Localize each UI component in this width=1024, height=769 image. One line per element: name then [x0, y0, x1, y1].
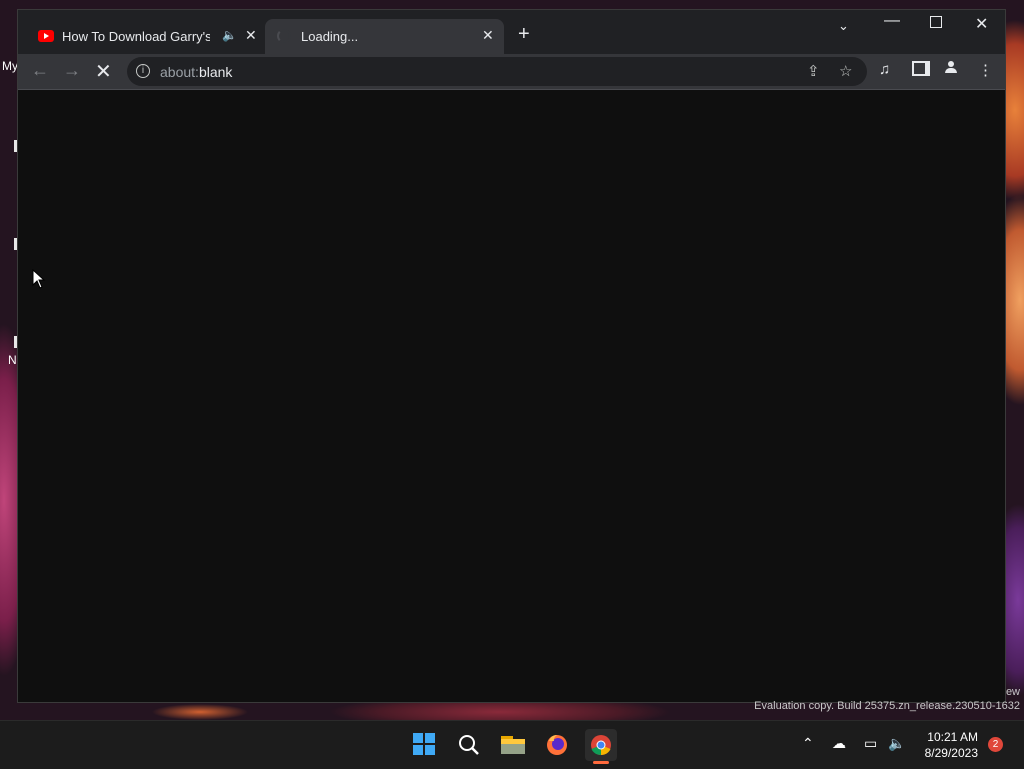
firefox-icon: [547, 735, 567, 755]
show-hidden-icons-chevron-icon[interactable]: ⌃: [802, 735, 814, 752]
tab-loading[interactable]: Loading... ✕: [265, 19, 504, 54]
browser-window: How To Download Garry's Mod 🔈 ✕ Loading.…: [18, 10, 1005, 702]
info-icon[interactable]: i: [136, 64, 150, 78]
youtube-icon: [38, 30, 54, 42]
media-controls-icon[interactable]: ♫: [879, 61, 890, 78]
firefox-button[interactable]: [541, 729, 573, 761]
forward-button[interactable]: →: [63, 60, 81, 81]
tab-youtube[interactable]: How To Download Garry's Mod 🔈 ✕: [26, 19, 266, 54]
chrome-button[interactable]: [585, 729, 617, 761]
url-host: blank: [198, 64, 233, 80]
start-button[interactable]: [409, 729, 441, 761]
system-clock[interactable]: 10:21 AM 8/29/2023: [916, 729, 978, 761]
mouse-cursor-icon: [32, 269, 46, 289]
share-icon[interactable]: ⇪: [807, 62, 820, 80]
profile-icon[interactable]: [945, 61, 957, 73]
close-tab-button[interactable]: ✕: [482, 27, 494, 44]
minimize-button[interactable]: —: [884, 12, 900, 30]
tab-search-button[interactable]: ⌄: [838, 18, 849, 34]
desktop-icon-label[interactable]: N: [8, 353, 17, 367]
side-panel-icon[interactable]: [912, 61, 930, 80]
maximize-button[interactable]: [930, 15, 942, 33]
taskbar: ⌃ ☁ ▭ 🔈 10:21 AM 8/29/2023 2: [0, 720, 1024, 769]
url-scheme: about:: [160, 64, 199, 80]
chrome-icon: [591, 735, 611, 756]
clock-date: 8/29/2023: [924, 746, 978, 760]
audio-playing-icon[interactable]: 🔈: [222, 28, 237, 42]
clock-time: 10:21 AM: [927, 730, 978, 744]
watermark-fragment: ew: [1005, 686, 1020, 698]
kebab-menu-icon[interactable]: ⋮: [978, 61, 993, 79]
active-app-indicator: [593, 761, 609, 764]
stop-loading-button[interactable]: ✕: [95, 59, 112, 84]
page-content[interactable]: [18, 90, 1005, 702]
new-tab-button[interactable]: +: [518, 23, 530, 46]
bookmark-star-icon[interactable]: ☆: [839, 62, 852, 80]
back-button[interactable]: ←: [31, 60, 49, 81]
search-button[interactable]: [453, 729, 485, 761]
notification-badge[interactable]: 2: [988, 737, 1003, 752]
file-explorer-button[interactable]: [497, 729, 529, 761]
loading-spinner-icon: [277, 29, 291, 43]
desktop-icon-label[interactable]: My: [2, 59, 18, 73]
network-icon[interactable]: ▭: [864, 735, 877, 752]
tab-title: How To Download Garry's Mod: [62, 29, 210, 44]
volume-icon[interactable]: 🔈: [888, 735, 905, 752]
close-window-button[interactable]: ✕: [975, 14, 988, 34]
maximize-icon: [930, 16, 942, 28]
onedrive-cloud-icon[interactable]: ☁: [832, 735, 846, 752]
browser-toolbar: ← → ✕ i about:blank ⇪ ☆ ♫ ⋮: [18, 54, 1005, 90]
address-bar[interactable]: i about:blank ⇪ ☆: [127, 57, 867, 86]
tab-strip: How To Download Garry's Mod 🔈 ✕ Loading.…: [18, 10, 1005, 54]
evaluation-watermark: Evaluation copy. Build 25375.zn_release.…: [754, 700, 1020, 712]
search-icon: [459, 735, 479, 755]
folder-icon: [501, 736, 525, 754]
url-text[interactable]: about:blank: [160, 64, 232, 80]
close-tab-button[interactable]: ✕: [245, 27, 257, 44]
tab-title: Loading...: [301, 29, 359, 44]
